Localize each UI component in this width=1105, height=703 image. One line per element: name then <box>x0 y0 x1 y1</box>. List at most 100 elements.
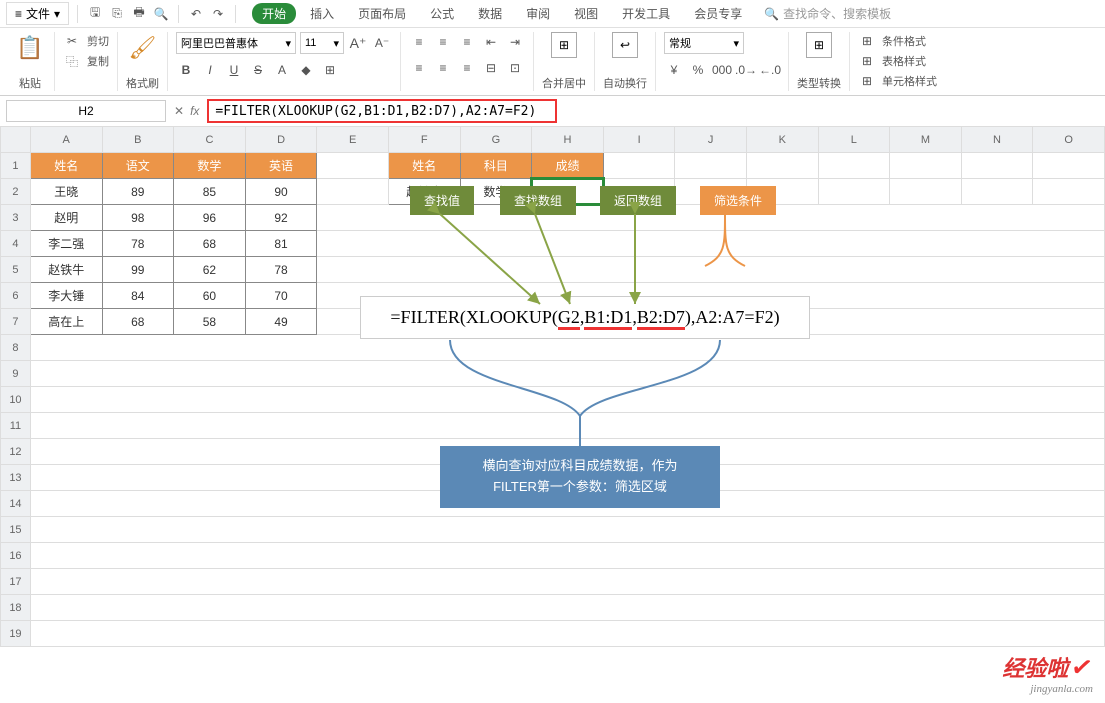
cell[interactable]: 92 <box>245 205 317 231</box>
cell[interactable] <box>317 231 1105 257</box>
cell[interactable]: 姓名 <box>388 153 460 179</box>
row-header[interactable]: 8 <box>1 335 31 361</box>
cell[interactable] <box>30 439 1104 465</box>
cell[interactable] <box>30 491 1104 517</box>
cell[interactable]: 49 <box>245 309 317 335</box>
paste-icon[interactable]: 📋 <box>14 32 46 64</box>
cell[interactable]: 成绩 <box>532 153 604 179</box>
col-header[interactable]: B <box>102 127 174 153</box>
print-icon[interactable]: 🖶 <box>130 5 148 23</box>
cell[interactable] <box>746 179 818 205</box>
col-header[interactable]: L <box>818 127 890 153</box>
cond-format-label[interactable]: 条件格式 <box>882 33 926 49</box>
cell[interactable]: 78 <box>245 257 317 283</box>
row-header[interactable]: 10 <box>1 387 31 413</box>
merge-button-small[interactable]: ⊟ <box>481 58 501 78</box>
tab-member[interactable]: 会员专享 <box>684 3 752 24</box>
table-style-label[interactable]: 表格样式 <box>882 53 926 69</box>
cut-icon[interactable]: ✂ <box>63 32 81 50</box>
col-header[interactable]: A <box>30 127 102 153</box>
cell[interactable] <box>603 153 675 179</box>
cell[interactable]: 62 <box>174 257 246 283</box>
cell-name-box[interactable]: H2 <box>6 100 166 122</box>
cell[interactable]: 96 <box>174 205 246 231</box>
preview-icon[interactable]: 🔍 <box>152 5 170 23</box>
copy-label[interactable]: 复制 <box>87 53 109 69</box>
cell[interactable]: 赵铁牛 <box>388 179 460 205</box>
search-box[interactable]: 🔍 查找命令、搜索模板 <box>764 5 891 22</box>
row-header[interactable]: 11 <box>1 413 31 439</box>
indent-inc-icon[interactable]: ⇥ <box>505 32 525 52</box>
cut-label[interactable]: 剪切 <box>87 33 109 49</box>
cell[interactable]: 赵铁牛 <box>30 257 102 283</box>
tab-review[interactable]: 审阅 <box>516 3 560 24</box>
cell[interactable]: 68 <box>174 231 246 257</box>
cell[interactable]: 数学 <box>460 179 532 205</box>
cell[interactable] <box>30 387 1104 413</box>
row-header[interactable]: 13 <box>1 465 31 491</box>
cell[interactable] <box>30 413 1104 439</box>
cell[interactable] <box>30 543 1104 569</box>
save-icon[interactable]: 🖫 <box>86 5 104 23</box>
cell[interactable] <box>30 335 1104 361</box>
row-header[interactable]: 16 <box>1 543 31 569</box>
cell[interactable] <box>317 283 1105 309</box>
file-menu-button[interactable]: ≡ 文件 ▾ <box>6 2 69 25</box>
row-header[interactable]: 12 <box>1 439 31 465</box>
orient-button[interactable]: ⊡ <box>505 58 525 78</box>
decrease-font-icon[interactable]: A⁻ <box>372 33 392 53</box>
row-header[interactable]: 15 <box>1 517 31 543</box>
cell[interactable] <box>890 153 962 179</box>
corner-cell[interactable] <box>1 127 31 153</box>
tab-data[interactable]: 数据 <box>468 3 512 24</box>
row-header[interactable]: 3 <box>1 205 31 231</box>
cell[interactable]: 英语 <box>245 153 317 179</box>
cell[interactable] <box>961 153 1033 179</box>
col-header[interactable]: J <box>675 127 747 153</box>
cell[interactable]: 90 <box>245 179 317 205</box>
underline-button[interactable]: U <box>224 60 244 80</box>
thousands-icon[interactable]: 000 <box>712 60 732 80</box>
row-header[interactable]: 18 <box>1 595 31 621</box>
cell[interactable] <box>890 179 962 205</box>
col-header[interactable]: K <box>746 127 818 153</box>
cell[interactable] <box>746 153 818 179</box>
cell[interactable]: 98 <box>102 205 174 231</box>
cell[interactable]: 姓名 <box>30 153 102 179</box>
increase-font-icon[interactable]: A⁺ <box>348 33 368 53</box>
cell[interactable]: 李大锤 <box>30 283 102 309</box>
cell[interactable]: 68 <box>102 309 174 335</box>
cell[interactable] <box>30 621 1104 647</box>
cell[interactable] <box>818 153 890 179</box>
italic-button[interactable]: I <box>200 60 220 80</box>
col-header[interactable]: F <box>388 127 460 153</box>
cell[interactable] <box>603 179 675 205</box>
row-header[interactable]: 2 <box>1 179 31 205</box>
col-header[interactable]: D <box>245 127 317 153</box>
align-center-icon[interactable]: ≡ <box>433 58 453 78</box>
export-icon[interactable]: ⎘ <box>108 5 126 23</box>
row-header[interactable]: 6 <box>1 283 31 309</box>
col-header[interactable]: O <box>1033 127 1105 153</box>
format-painter-icon[interactable]: 🖌 <box>127 32 159 64</box>
row-header[interactable]: 17 <box>1 569 31 595</box>
font-color-button[interactable]: A <box>272 60 292 80</box>
cell[interactable]: 语文 <box>102 153 174 179</box>
cell-style-icon[interactable]: ⊞ <box>858 72 876 90</box>
merge-center-icon[interactable]: ⊞ <box>551 32 577 58</box>
cell[interactable]: 78 <box>102 231 174 257</box>
cell[interactable]: 58 <box>174 309 246 335</box>
type-convert-icon[interactable]: ⊞ <box>806 32 832 58</box>
row-header[interactable]: 4 <box>1 231 31 257</box>
tab-devtools[interactable]: 开发工具 <box>612 3 680 24</box>
font-name-select[interactable]: 阿里巴巴普惠体▾ <box>176 32 296 54</box>
row-header[interactable]: 5 <box>1 257 31 283</box>
tab-layout[interactable]: 页面布局 <box>348 3 416 24</box>
cell[interactable] <box>30 569 1104 595</box>
cell[interactable] <box>1033 179 1105 205</box>
border-button[interactable]: ⊞ <box>320 60 340 80</box>
cell[interactable]: 赵明 <box>30 205 102 231</box>
row-header[interactable]: 14 <box>1 491 31 517</box>
cell[interactable]: 70 <box>245 283 317 309</box>
undo-icon[interactable]: ↶ <box>187 5 205 23</box>
